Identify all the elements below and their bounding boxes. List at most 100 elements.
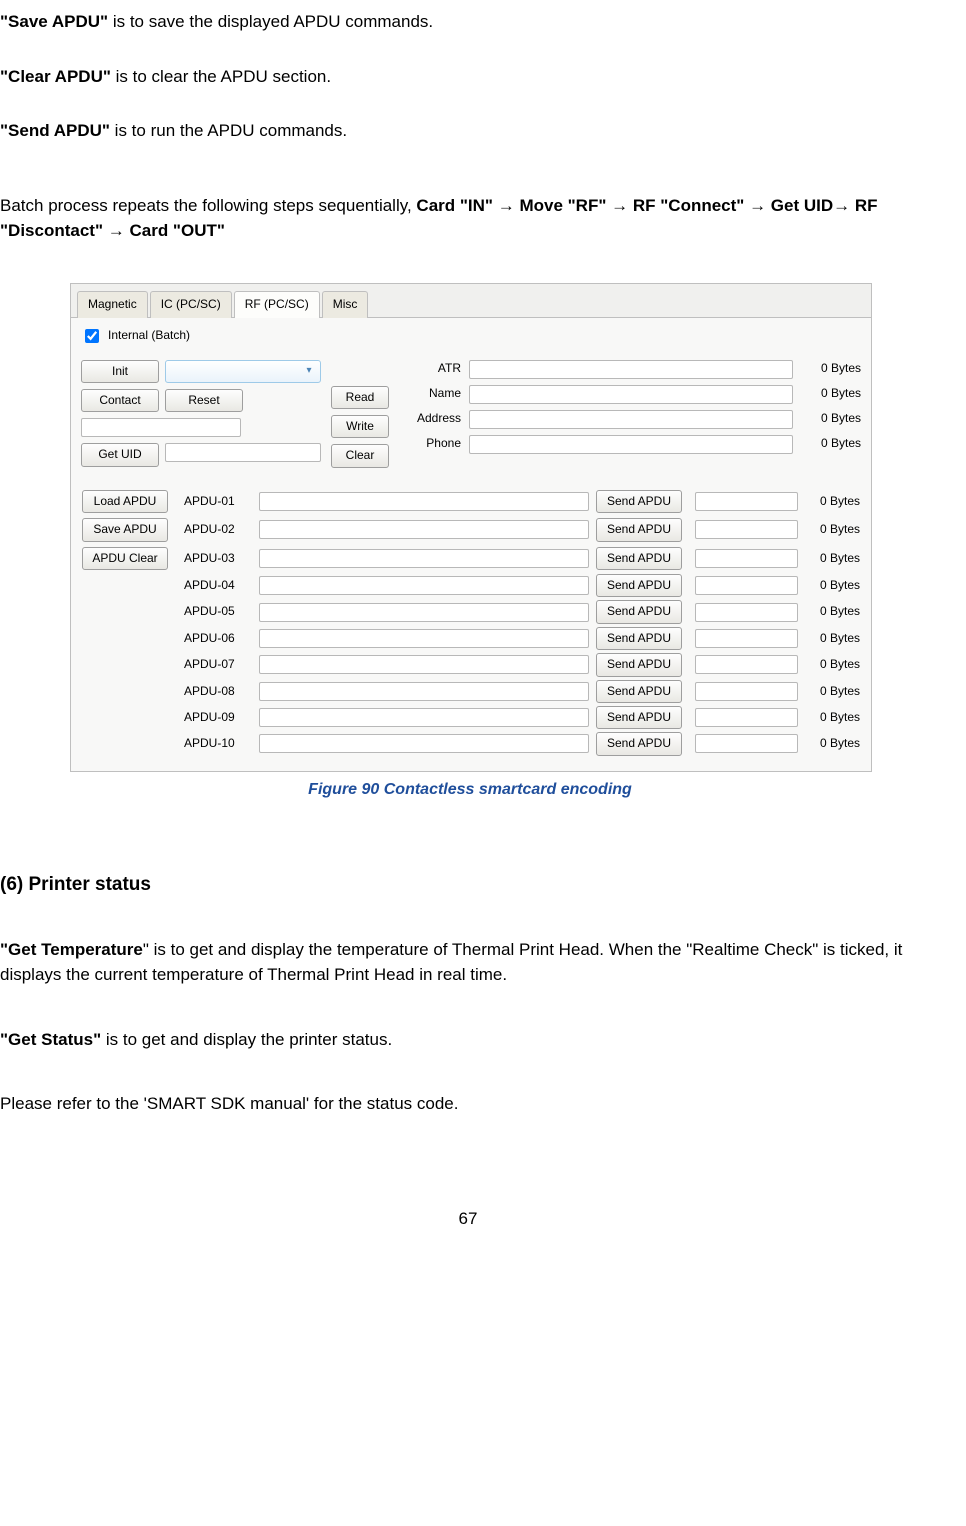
send-apdu-button[interactable]: Send APDU xyxy=(596,732,682,755)
text-clear-apdu: is to clear the APDU section. xyxy=(111,67,331,86)
apdu-bytes: 0 Bytes xyxy=(799,574,861,597)
name-field[interactable] xyxy=(469,385,793,404)
apdu-input[interactable] xyxy=(259,576,589,595)
init-select[interactable]: ▾ xyxy=(165,360,321,383)
left-text-field[interactable] xyxy=(81,418,241,437)
figure-caption: Figure 90 Contactless smartcard encoding xyxy=(70,778,870,801)
load-apdu-button[interactable]: Load APDU xyxy=(82,490,168,513)
atr-label: ATR xyxy=(401,360,461,377)
bold-get-status: "Get Status" xyxy=(0,1030,101,1049)
apdu-output[interactable] xyxy=(695,682,798,701)
save-apdu-button[interactable]: Save APDU xyxy=(82,518,168,541)
para-save-apdu: "Save APDU" is to save the displayed APD… xyxy=(0,10,936,35)
top-grid: Init ▾ Contact Reset Get UID xyxy=(81,360,861,468)
apdu-input[interactable] xyxy=(259,549,589,568)
get-uid-field[interactable] xyxy=(165,443,321,462)
apdu-output[interactable] xyxy=(695,708,798,727)
send-apdu-button[interactable]: Send APDU xyxy=(596,547,682,570)
apdu-clear-button[interactable]: APDU Clear xyxy=(82,547,168,570)
para-clear-apdu: "Clear APDU" is to clear the APDU sectio… xyxy=(0,65,936,90)
text-save-apdu: is to save the displayed APDU commands. xyxy=(108,12,433,31)
name-bytes: 0 Bytes xyxy=(801,385,861,402)
apdu-input[interactable] xyxy=(259,492,589,511)
apdu-row-label: APDU-04 xyxy=(180,574,258,597)
apdu-row-label: APDU-10 xyxy=(180,732,258,755)
apdu-row: APDU-04 Send APDU 0 Bytes xyxy=(81,574,861,597)
para-batch: Batch process repeats the following step… xyxy=(0,194,936,243)
write-button[interactable]: Write xyxy=(331,415,389,438)
apdu-row-label: APDU-03 xyxy=(180,546,258,571)
apdu-row: APDU-10 Send APDU 0 Bytes xyxy=(81,732,861,755)
send-apdu-button[interactable]: Send APDU xyxy=(596,490,682,513)
para-refer: Please refer to the 'SMART SDK manual' f… xyxy=(0,1092,936,1117)
send-apdu-button[interactable]: Send APDU xyxy=(596,574,682,597)
apdu-row: APDU-09Send APDU0 Bytes xyxy=(81,706,861,729)
apdu-bytes: 0 Bytes xyxy=(799,706,861,729)
apdu-output[interactable] xyxy=(695,576,798,595)
contact-button[interactable]: Contact xyxy=(81,389,159,412)
send-apdu-button[interactable]: Send APDU xyxy=(596,600,682,623)
apdu-output[interactable] xyxy=(695,549,798,568)
screenshot-panel: Magnetic IC (PC/SC) RF (PC/SC) Misc Inte… xyxy=(70,283,872,771)
apdu-table: Load APDU APDU-01 Send APDU 0 Bytes Save APD… xyxy=(81,486,861,759)
apdu-output[interactable] xyxy=(695,734,798,753)
internal-batch-checkbox[interactable] xyxy=(85,329,99,343)
atr-bytes: 0 Bytes xyxy=(801,360,861,377)
apdu-output[interactable] xyxy=(695,603,798,622)
apdu-row-label: APDU-08 xyxy=(180,680,258,703)
phone-bytes: 0 Bytes xyxy=(801,435,861,452)
apdu-row-label: APDU-05 xyxy=(180,600,258,623)
reset-button[interactable]: Reset xyxy=(165,389,243,412)
page-number: 67 xyxy=(0,1207,936,1232)
apdu-row-label: APDU-01 xyxy=(180,489,258,514)
bold-get-temperature: "Get Temperature xyxy=(0,940,143,959)
tab-ic-pcsc[interactable]: IC (PC/SC) xyxy=(150,291,232,317)
send-apdu-button[interactable]: Send APDU xyxy=(596,680,682,703)
init-button[interactable]: Init xyxy=(81,360,159,383)
apdu-output[interactable] xyxy=(695,629,798,648)
tab-rf-pcsc[interactable]: RF (PC/SC) xyxy=(234,291,320,317)
apdu-row: APDU-07Send APDU0 Bytes xyxy=(81,653,861,676)
tab-bar: Magnetic IC (PC/SC) RF (PC/SC) Misc xyxy=(71,284,871,317)
send-apdu-button[interactable]: Send APDU xyxy=(596,706,682,729)
send-apdu-button[interactable]: Send APDU xyxy=(596,627,682,650)
para-get-status: "Get Status" is to get and display the p… xyxy=(0,1028,936,1053)
bold-save-apdu: "Save APDU" xyxy=(0,12,108,31)
apdu-output[interactable] xyxy=(695,655,798,674)
internal-batch-label: Internal (Batch) xyxy=(108,327,190,344)
para-send-apdu: "Send APDU" is to run the APDU commands. xyxy=(0,119,936,144)
text-batch-lead: Batch process repeats the following step… xyxy=(0,196,416,215)
apdu-input[interactable] xyxy=(259,734,589,753)
apdu-row: Save APDUAPDU-02Send APDU0 Bytes xyxy=(81,517,861,542)
apdu-input[interactable] xyxy=(259,708,589,727)
apdu-output[interactable] xyxy=(695,492,798,511)
text-send-apdu: is to run the APDU commands. xyxy=(110,121,347,140)
send-apdu-button[interactable]: Send APDU xyxy=(596,518,682,541)
read-button[interactable]: Read xyxy=(331,386,389,409)
phone-field[interactable] xyxy=(469,435,793,454)
address-field[interactable] xyxy=(469,410,793,429)
address-label: Address xyxy=(401,410,461,427)
apdu-row-label: APDU-07 xyxy=(180,653,258,676)
get-uid-button[interactable]: Get UID xyxy=(81,443,159,466)
apdu-bytes: 0 Bytes xyxy=(799,732,861,755)
apdu-input[interactable] xyxy=(259,520,589,539)
apdu-output[interactable] xyxy=(695,520,798,539)
apdu-input[interactable] xyxy=(259,603,589,622)
apdu-input[interactable] xyxy=(259,629,589,648)
internal-batch-row[interactable]: Internal (Batch) xyxy=(81,326,861,346)
apdu-input[interactable] xyxy=(259,655,589,674)
apdu-row: APDU-05Send APDU0 Bytes xyxy=(81,600,861,623)
apdu-bytes: 0 Bytes xyxy=(799,680,861,703)
section6-heading: (6) Printer status xyxy=(0,871,936,899)
tab-misc[interactable]: Misc xyxy=(322,291,369,317)
apdu-input[interactable] xyxy=(259,682,589,701)
chevron-down-icon: ▾ xyxy=(302,364,316,378)
apdu-row: Load APDUAPDU-01Send APDU0 Bytes xyxy=(81,489,861,514)
apdu-row-label: APDU-06 xyxy=(180,627,258,650)
atr-field[interactable] xyxy=(469,360,793,379)
send-apdu-button[interactable]: Send APDU xyxy=(596,653,682,676)
apdu-row-label: APDU-02 xyxy=(180,517,258,542)
tab-magnetic[interactable]: Magnetic xyxy=(77,291,148,317)
clear-button[interactable]: Clear xyxy=(331,444,389,467)
